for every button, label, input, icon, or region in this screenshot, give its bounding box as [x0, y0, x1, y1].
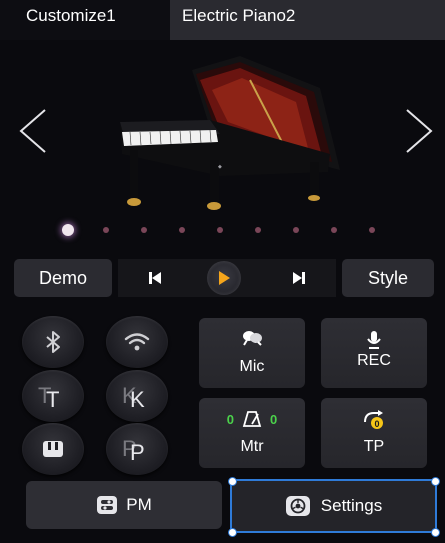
voice-name-label: Electric Piano2 — [182, 6, 296, 25]
carousel-dot[interactable] — [369, 227, 375, 233]
keyboard-button[interactable] — [22, 423, 84, 475]
key-k-button[interactable]: K K — [106, 370, 168, 422]
pp-icon: P P — [122, 436, 145, 465]
tt-icon: T T — [38, 383, 60, 412]
kk-icon: K K — [122, 383, 145, 412]
svg-text:0: 0 — [375, 419, 380, 429]
chevron-right-icon[interactable] — [404, 108, 434, 154]
transpose-t-button[interactable]: T T — [22, 370, 84, 422]
carousel-dot[interactable] — [217, 227, 223, 233]
demo-button[interactable]: Demo — [14, 259, 112, 297]
carousel-dot[interactable] — [141, 227, 147, 233]
mtr-right-value: 0 — [270, 411, 278, 427]
piano-app-screen: Customize1 Electric Piano2 ◆ Demo Style … — [0, 0, 445, 543]
mic-button[interactable]: Mic — [199, 318, 305, 388]
metronome-icon — [242, 411, 262, 427]
transport-bar — [118, 259, 336, 297]
bluetooth-button[interactable] — [22, 316, 84, 368]
grand-piano-image: ◆ — [100, 50, 340, 210]
style-button[interactable]: Style — [342, 259, 434, 297]
preset-tab[interactable]: Customize1 — [0, 0, 170, 40]
selection-handle — [431, 528, 440, 537]
carousel-dot[interactable] — [255, 227, 261, 233]
carousel-dot[interactable] — [62, 224, 74, 236]
carousel-dot[interactable] — [103, 227, 109, 233]
rec-label: REC — [357, 352, 391, 369]
tp-button[interactable]: 0 TP — [321, 398, 427, 468]
mic-label: Mic — [239, 358, 265, 375]
mtr-label: Mtr — [240, 438, 264, 455]
selection-handle — [431, 477, 440, 486]
settings-button[interactable]: Settings — [230, 479, 437, 533]
svg-text:◆: ◆ — [218, 164, 222, 170]
pm-label: PM — [126, 495, 152, 514]
demo-label: Demo — [38, 267, 87, 288]
play-icon — [219, 271, 230, 285]
style-label: Style — [367, 267, 409, 288]
bluetooth-icon — [46, 331, 60, 353]
carousel-dot[interactable] — [331, 227, 337, 233]
carousel-dot[interactable] — [179, 227, 185, 233]
pedal-p-button[interactable]: P P — [106, 423, 168, 475]
settings-label: Settings — [320, 496, 383, 515]
keyboard-icon — [43, 441, 63, 457]
wifi-button[interactable] — [106, 316, 168, 368]
voice-name-bar[interactable]: Electric Piano2 — [170, 0, 445, 40]
rec-button[interactable]: REC — [321, 318, 427, 388]
skip-next-icon[interactable] — [286, 265, 312, 291]
microphone-group-icon — [199, 330, 305, 351]
metronome-readout: 0 0 — [199, 410, 305, 428]
tp-label: TP — [363, 438, 385, 455]
transpose-icon: 0 — [321, 410, 427, 435]
skip-previous-icon[interactable] — [142, 265, 168, 291]
play-button[interactable] — [207, 261, 241, 295]
toggle-panel-icon — [97, 496, 118, 514]
preset-tab-label: Customize1 — [26, 6, 116, 25]
wifi-icon — [124, 333, 150, 351]
carousel-page-indicator — [60, 224, 400, 236]
selection-handle — [228, 477, 237, 486]
selection-handle — [228, 528, 237, 537]
settings-icon — [285, 496, 310, 516]
chevron-left-icon[interactable] — [18, 108, 48, 154]
carousel-dot[interactable] — [293, 227, 299, 233]
mtr-left-value: 0 — [226, 411, 234, 427]
pm-button[interactable]: PM — [26, 481, 222, 529]
metronome-button[interactable]: 0 0 Mtr — [199, 398, 305, 468]
